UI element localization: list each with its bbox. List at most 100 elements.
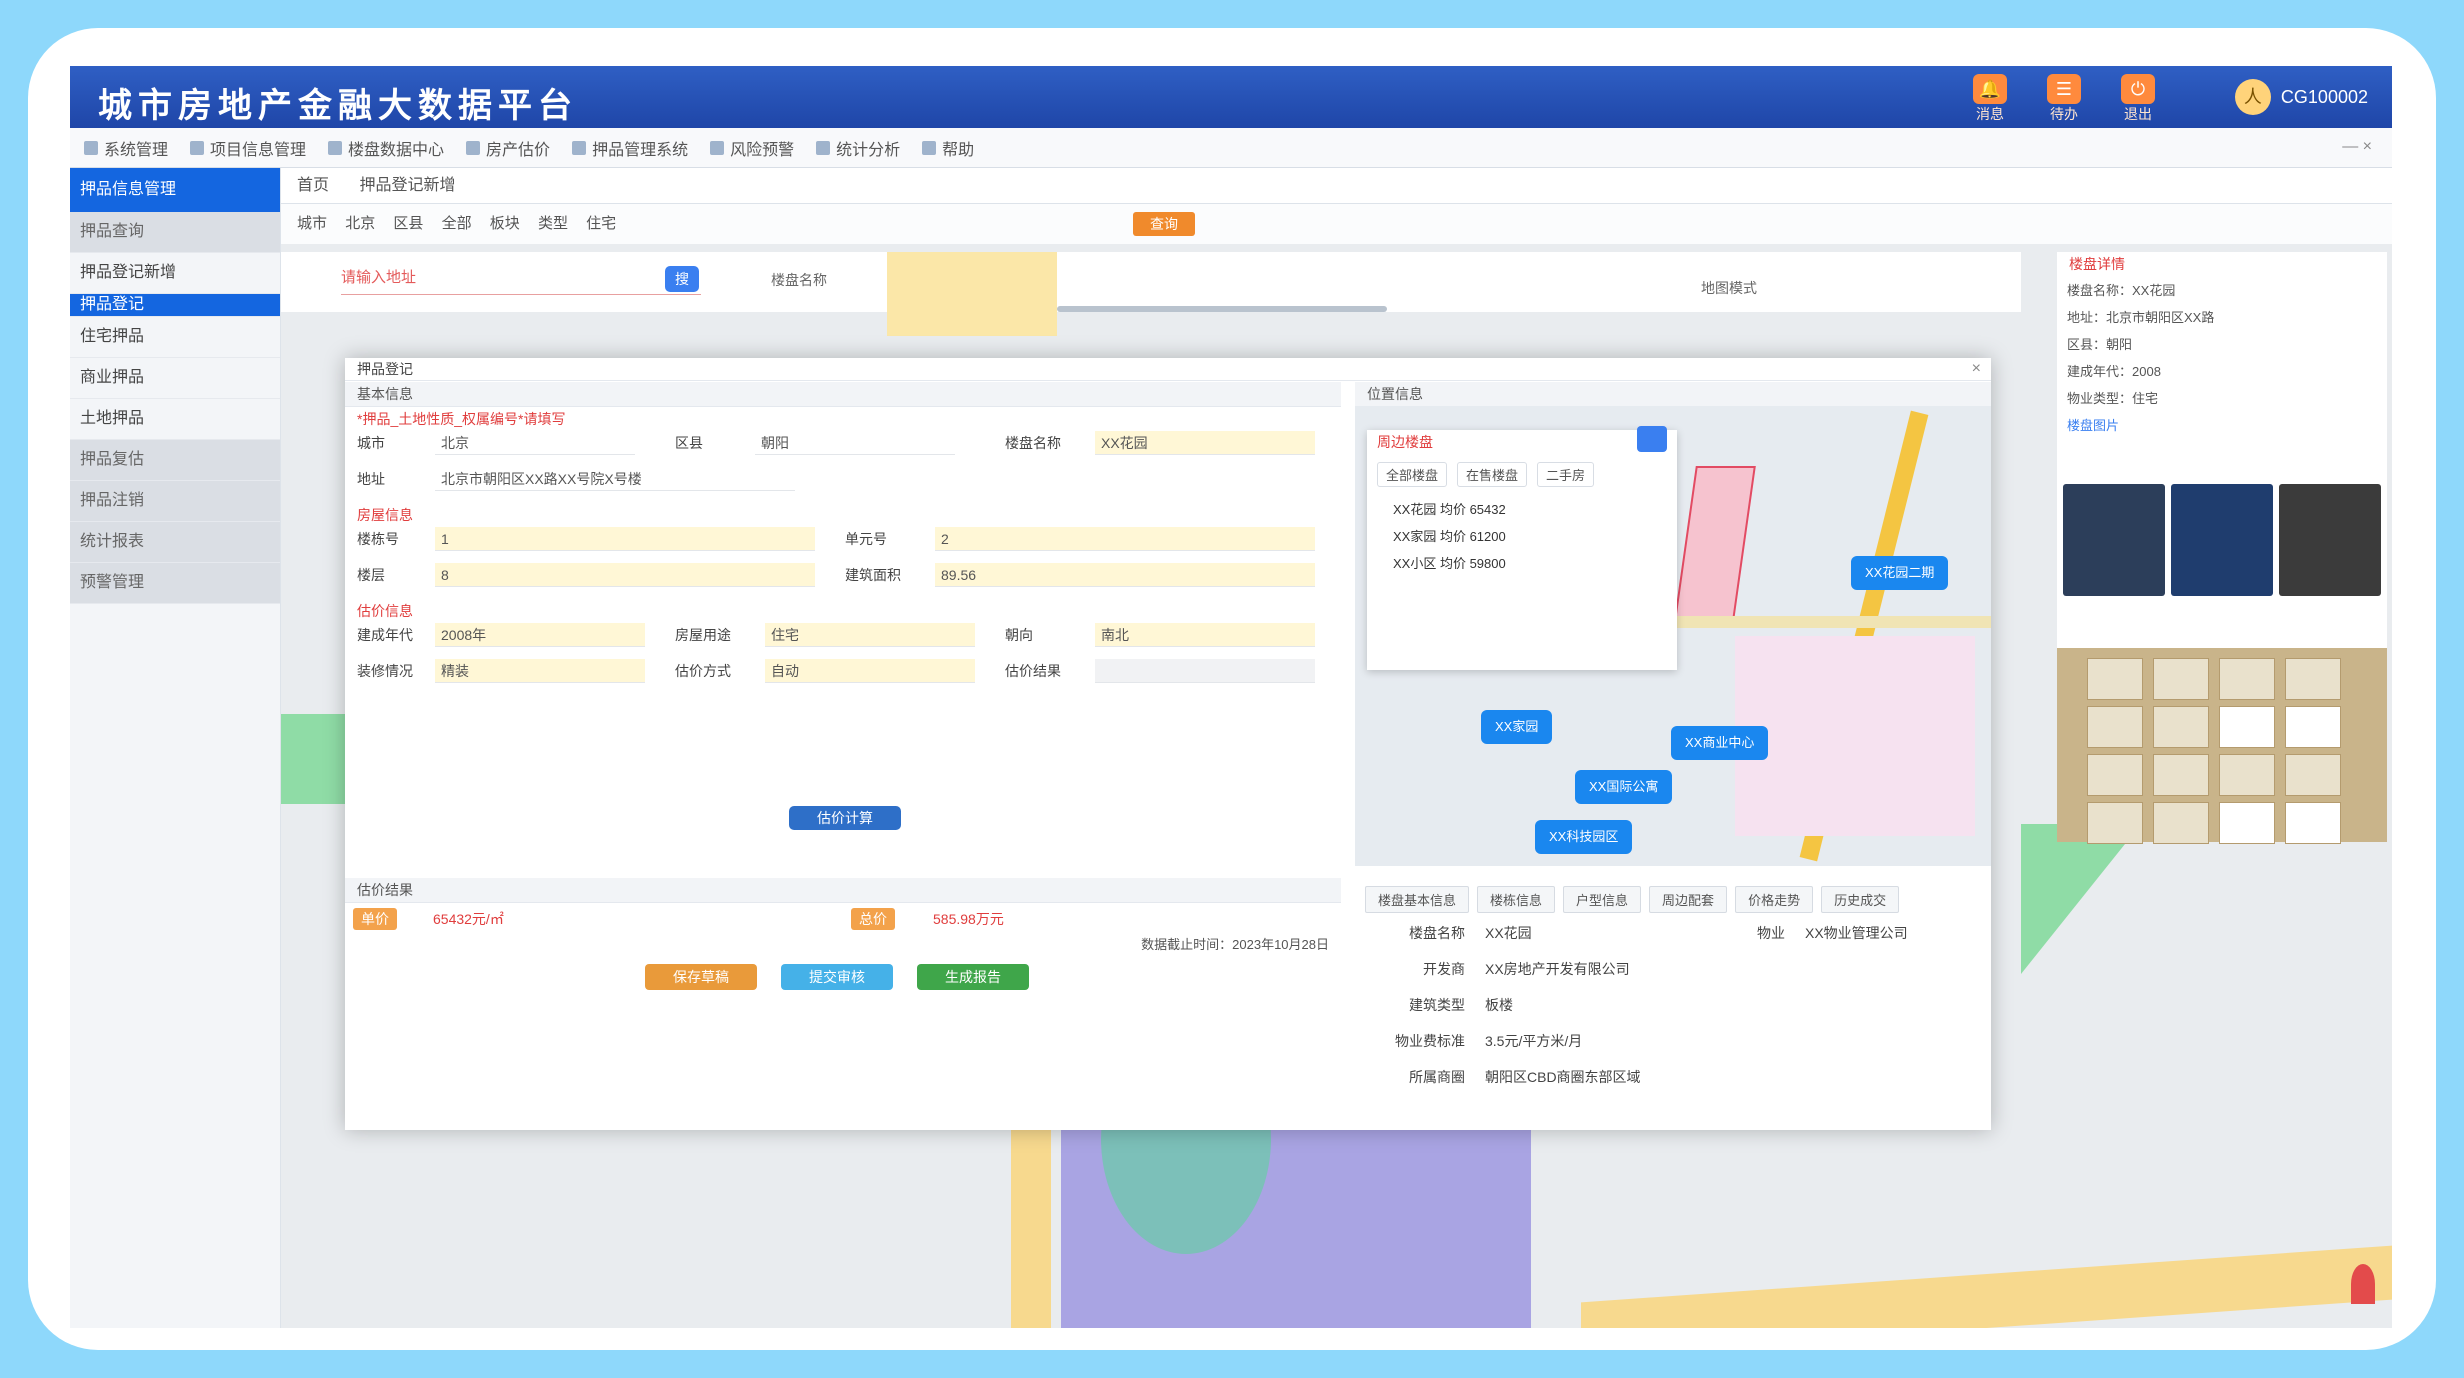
menu-item-project[interactable]: 项目信息管理 — [190, 136, 306, 160]
horizontal-scrollbar[interactable] — [1057, 306, 1387, 312]
sidebar-item[interactable]: 预警管理 — [70, 563, 280, 604]
query-button[interactable]: 查询 — [1133, 212, 1195, 236]
floor-cell[interactable] — [2285, 754, 2341, 796]
popup-tab[interactable]: 全部楼盘 — [1377, 462, 1448, 487]
sidebar-item[interactable]: 押品查询 — [70, 212, 280, 253]
filter-item[interactable]: 住宅 — [586, 215, 616, 232]
menu-item-valuation[interactable]: 房产估价 — [466, 136, 550, 160]
map-marker-label[interactable]: XX花园二期 — [1851, 556, 1949, 590]
menu-item-collateral[interactable]: 押品管理系统 — [572, 136, 688, 160]
menu-item-help[interactable]: 帮助 — [922, 136, 974, 160]
expand-button[interactable] — [1637, 426, 1667, 452]
address-search-input[interactable]: 请输入地址 — [341, 266, 701, 295]
building-photo[interactable] — [2279, 484, 2381, 596]
unit-field[interactable]: 2 — [935, 527, 1315, 551]
detail-tab[interactable]: 历史成交 — [1821, 886, 1900, 913]
building-photo[interactable] — [2171, 484, 2273, 596]
map-marker-label[interactable]: XX科技园区 — [1535, 820, 1633, 854]
floor-field[interactable]: 8 — [435, 563, 815, 587]
floor-cell[interactable] — [2219, 658, 2275, 700]
floor-cell[interactable] — [2219, 802, 2275, 844]
toolbar-exit-label: 退出 — [2124, 106, 2152, 122]
floor-cell[interactable] — [2087, 658, 2143, 700]
floor-cell[interactable] — [2087, 754, 2143, 796]
toolbar-task-button[interactable]: ☰ 待办 — [2032, 74, 2096, 122]
sidebar-item[interactable]: 统计报表 — [70, 522, 280, 563]
sidebar-item[interactable]: 住宅押品 — [70, 317, 280, 358]
project-name-field[interactable]: XX花园 — [1095, 431, 1315, 455]
floor-cell[interactable] — [2219, 754, 2275, 796]
sidebar-header[interactable]: 押品信息管理 — [70, 168, 280, 212]
method-field[interactable]: 自动 — [765, 659, 975, 683]
filter-item[interactable]: 全部 — [442, 215, 472, 232]
build-year-field[interactable]: 2008年 — [435, 623, 645, 647]
detail-tab[interactable]: 楼盘基本信息 — [1365, 886, 1470, 913]
menu-item-stats[interactable]: 统计分析 — [816, 136, 900, 160]
save-draft-button[interactable]: 保存草稿 — [645, 964, 757, 990]
building-photo[interactable] — [2063, 484, 2165, 596]
city-field[interactable]: 北京 — [435, 431, 635, 455]
user-menu[interactable]: 人 CG100002 — [2234, 78, 2368, 116]
map-pin-icon[interactable] — [2351, 1264, 2375, 1304]
filter-item[interactable]: 北京 — [345, 215, 375, 232]
map-marker-label[interactable]: XX国际公寓 — [1575, 770, 1673, 804]
sidebar-item[interactable]: 土地押品 — [70, 399, 280, 440]
decoration-field[interactable]: 精装 — [435, 659, 645, 683]
menu-item-risk[interactable]: 风险预警 — [710, 136, 794, 160]
popup-item[interactable]: XX花园 均价 65432 — [1367, 495, 1677, 522]
calculate-button[interactable]: 估价计算 — [789, 806, 901, 830]
address-field[interactable]: 北京市朝阳区XX路XX号院X号楼 — [435, 467, 795, 491]
detail-value: 3.5元/平方米/月 — [1485, 1033, 1583, 1049]
window-controls[interactable]: — × — [2342, 138, 2372, 156]
report-button[interactable]: 生成报告 — [917, 964, 1029, 990]
floor-cell[interactable] — [2153, 754, 2209, 796]
floor-cell[interactable] — [2285, 802, 2341, 844]
sidebar-item[interactable]: 押品注销 — [70, 481, 280, 522]
floor-cell[interactable] — [2285, 658, 2341, 700]
close-icon[interactable]: × — [1972, 360, 1981, 378]
menu-label: 项目信息管理 — [210, 141, 307, 159]
map-marker-label[interactable]: XX商业中心 — [1671, 726, 1769, 760]
popup-tab[interactable]: 二手房 — [1537, 462, 1595, 487]
breadcrumb-item[interactable]: 押品登记新增 — [359, 177, 455, 194]
form-row: 建成年代 2008年 房屋用途 住宅 朝向 南北 — [345, 623, 1341, 659]
breadcrumb-item[interactable]: 首页 — [297, 177, 329, 194]
sidebar-item[interactable]: 押品登记新增 — [70, 253, 280, 294]
floor-cell[interactable] — [2087, 802, 2143, 844]
floor-grid[interactable] — [2057, 648, 2387, 844]
popup-item[interactable]: XX家园 均价 61200 — [1367, 522, 1677, 549]
building-field[interactable]: 1 — [435, 527, 815, 551]
menu-item-system[interactable]: 系统管理 — [84, 136, 168, 160]
district-field[interactable]: 朝阳 — [755, 431, 955, 455]
area-field[interactable]: 89.56 — [935, 563, 1315, 587]
floor-cell[interactable] — [2219, 706, 2275, 748]
detail-tab[interactable]: 户型信息 — [1563, 886, 1642, 913]
floor-cell[interactable] — [2153, 706, 2209, 748]
detail-tab[interactable]: 楼栋信息 — [1477, 886, 1556, 913]
toolbar-exit-button[interactable]: ⏻ 退出 — [2106, 74, 2170, 122]
detail-key: 建筑类型 — [1409, 997, 1465, 1013]
form-row: 楼栋号 1 单元号 2 — [345, 527, 1341, 563]
orientation-field[interactable]: 南北 — [1095, 623, 1315, 647]
submit-button[interactable]: 提交审核 — [781, 964, 893, 990]
floor-cell[interactable] — [2153, 802, 2209, 844]
detail-tab[interactable]: 价格走势 — [1735, 886, 1814, 913]
menu-item-data-center[interactable]: 楼盘数据中心 — [328, 136, 444, 160]
floor-cell[interactable] — [2153, 658, 2209, 700]
floor-cell[interactable] — [2285, 706, 2341, 748]
detail-tab[interactable]: 周边配套 — [1649, 886, 1728, 913]
sidebar-item[interactable]: 押品复估 — [70, 440, 280, 481]
toolbar-bell-button[interactable]: 🔔 消息 — [1958, 74, 2022, 122]
sidebar-item[interactable]: 商业押品 — [70, 358, 280, 399]
result-pane: 估价结果 单价 65432元/㎡ 总价 585.98万元 数据截止时间：2023… — [345, 878, 1341, 1130]
popup-item[interactable]: XX小区 均价 59800 — [1367, 549, 1677, 576]
map-marker-label[interactable]: XX家园 — [1481, 710, 1553, 744]
sidebar-item-active[interactable]: 押品登记 — [70, 294, 280, 317]
detail-key: 楼盘名称 — [1409, 925, 1465, 941]
floor-cell[interactable] — [2087, 706, 2143, 748]
popup-tab[interactable]: 在售楼盘 — [1457, 462, 1528, 487]
field-label: 楼盘名称 — [1005, 435, 1061, 451]
location-map[interactable]: 周边楼盘 全部楼盘 在售楼盘 二手房 XX花园 均价 65432 XX家园 均价… — [1355, 406, 1991, 866]
search-button[interactable]: 搜 — [665, 266, 699, 292]
usage-field[interactable]: 住宅 — [765, 623, 975, 647]
